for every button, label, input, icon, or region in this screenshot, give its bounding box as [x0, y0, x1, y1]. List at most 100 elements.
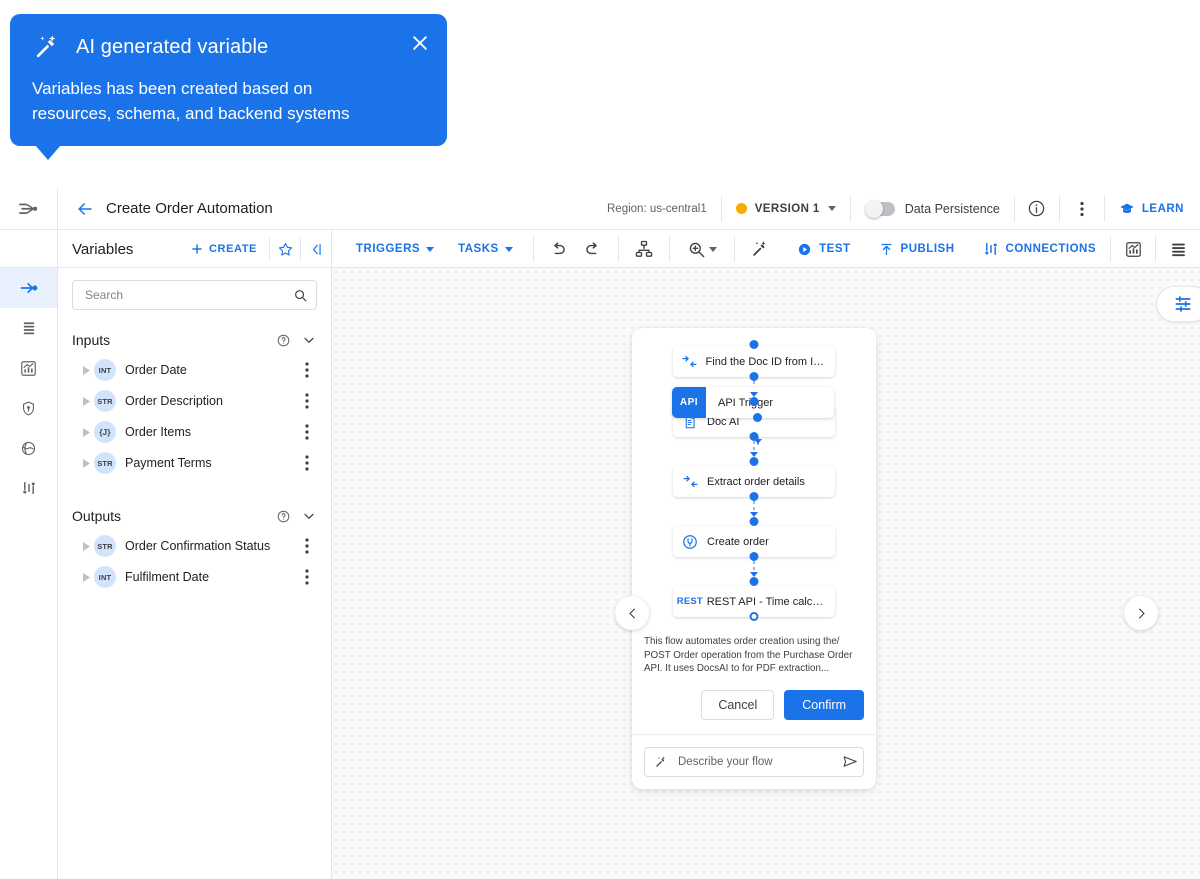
connections-button[interactable]: CONNECTIONS [969, 241, 1110, 257]
help-circle-icon[interactable] [276, 509, 291, 524]
variable-name: Order Description [125, 394, 223, 408]
chevron-right-icon[interactable] [1124, 596, 1158, 630]
chevron-down-icon[interactable] [301, 332, 317, 348]
more-vert-icon[interactable] [297, 455, 317, 471]
star-outline-icon[interactable] [270, 230, 300, 268]
expand-triangle-icon[interactable] [78, 541, 94, 551]
variable-type-badge: INT [94, 359, 116, 381]
group-actions [276, 508, 317, 524]
expand-triangle-icon[interactable] [78, 396, 94, 406]
auto-layout-icon[interactable] [627, 230, 661, 268]
callout-tail [35, 145, 61, 160]
variable-name: Order Confirmation Status [125, 539, 271, 553]
sidebar-item-connections[interactable] [0, 468, 57, 508]
tasks-label: TASKS [458, 243, 499, 255]
group-actions [276, 332, 317, 348]
info-circle-icon[interactable] [1015, 188, 1059, 230]
triggers-menu[interactable]: TRIGGERS [344, 243, 446, 255]
help-circle-icon[interactable] [276, 333, 291, 348]
left-icon-rail [0, 268, 58, 879]
collapse-panel-icon[interactable] [301, 230, 331, 268]
redo-icon[interactable] [576, 230, 610, 268]
variable-row[interactable]: STR Order Description [72, 388, 317, 414]
confirm-button[interactable]: Confirm [784, 689, 864, 720]
send-icon[interactable] [842, 753, 859, 770]
more-vert-icon[interactable] [297, 362, 317, 378]
version-selector[interactable]: VERSION 1 [722, 203, 850, 215]
toggle-switch[interactable] [864, 199, 895, 218]
data-persistence-toggle[interactable]: Data Persistence [851, 199, 1014, 218]
group-header: Inputs [72, 328, 317, 352]
tune-icon[interactable] [1156, 286, 1200, 322]
create-label: CREATE [208, 243, 257, 255]
expand-triangle-icon[interactable] [78, 572, 94, 582]
variable-type-badge: INT [94, 566, 116, 588]
expand-triangle-icon[interactable] [78, 365, 94, 375]
main-body: Inputs [0, 268, 1200, 879]
describe-flow-input[interactable] [676, 754, 834, 769]
cancel-button[interactable]: Cancel [701, 689, 775, 720]
learn-label: LEARN [1141, 202, 1184, 215]
sidebar-item-variables[interactable] [0, 268, 57, 308]
variable-row[interactable]: STR Payment Terms [72, 450, 317, 476]
describe-flow-box[interactable] [644, 746, 864, 777]
canvas-toolbar: TRIGGERS TASKS TEST PUBLISH CONNECTIONS [332, 230, 1200, 268]
callout-body: Variables has been created based on reso… [32, 79, 350, 123]
learn-button[interactable]: LEARN [1105, 201, 1200, 217]
sidebar-item-analytics[interactable] [0, 348, 57, 388]
logs-icon[interactable] [1156, 230, 1200, 268]
sidebar-item-logs[interactable] [0, 308, 57, 348]
expand-triangle-icon[interactable] [78, 458, 94, 468]
more-vert-icon[interactable] [1060, 188, 1104, 230]
search-input[interactable] [83, 287, 293, 303]
more-vert-icon[interactable] [297, 393, 317, 409]
divider [532, 236, 534, 262]
connector-icon [673, 533, 707, 551]
create-variable-button[interactable]: CREATE [190, 242, 269, 256]
flow-description: This flow automates order creation using… [644, 636, 853, 674]
mapping-icon [673, 473, 707, 490]
zoom-in-icon[interactable] [678, 230, 726, 268]
tasks-menu[interactable]: TASKS [446, 243, 525, 255]
arrow-left-icon[interactable] [68, 199, 102, 219]
application-integration-logo[interactable] [0, 187, 58, 230]
rail-spacer [0, 230, 58, 267]
rest-badge: REST [676, 596, 703, 607]
variables-group-inputs: Inputs INT Order Date STR Order Descript… [72, 328, 317, 476]
search-icon[interactable] [293, 288, 308, 303]
close-icon[interactable] [407, 30, 433, 56]
more-vert-icon[interactable] [297, 569, 317, 585]
triggers-label: TRIGGERS [356, 243, 421, 255]
connector-dot [753, 413, 762, 422]
undo-icon[interactable] [542, 230, 576, 268]
connector-segment [632, 492, 876, 526]
expand-triangle-icon[interactable] [78, 427, 94, 437]
chevron-down-icon[interactable] [301, 508, 317, 524]
flow-node-label: Extract order details [707, 475, 805, 488]
plus-icon [192, 244, 202, 254]
group-title: Inputs [72, 332, 111, 348]
flow-canvas[interactable]: API API Trigger Find the Doc ID from Inp… [332, 268, 1200, 879]
test-button[interactable]: TEST [783, 242, 864, 257]
application-window: Create Order Automation Region: us-centr… [0, 187, 1200, 879]
more-vert-icon[interactable] [297, 424, 317, 440]
search-box[interactable] [72, 280, 317, 310]
variable-row[interactable]: {J} Order Items [72, 419, 317, 445]
ai-generated-variable-callout: AI generated variable Variables has been… [10, 14, 447, 160]
flow-node-label: REST API - Time calcul... [706, 595, 830, 608]
more-vert-icon[interactable] [297, 538, 317, 554]
variable-row[interactable]: STR Order Confirmation Status [72, 533, 317, 559]
analytics-icon[interactable] [1111, 230, 1155, 268]
sidebar-item-region[interactable] [0, 428, 57, 468]
variable-row[interactable]: INT Fulfilment Date [72, 564, 317, 590]
chevron-left-icon[interactable] [615, 596, 649, 630]
divider [668, 236, 670, 262]
flow-node-label: Find the Doc ID from Input [705, 355, 835, 368]
flow-node-list: Find the Doc ID from Input Doc AI Extrac… [632, 328, 876, 627]
variable-row[interactable]: INT Order Date [72, 357, 317, 383]
variable-type-badge: STR [94, 452, 116, 474]
publish-button[interactable]: PUBLISH [865, 242, 969, 257]
describe-flow-section [632, 733, 876, 789]
sidebar-item-security[interactable] [0, 388, 57, 428]
ai-sparkle-icon[interactable] [743, 230, 777, 268]
